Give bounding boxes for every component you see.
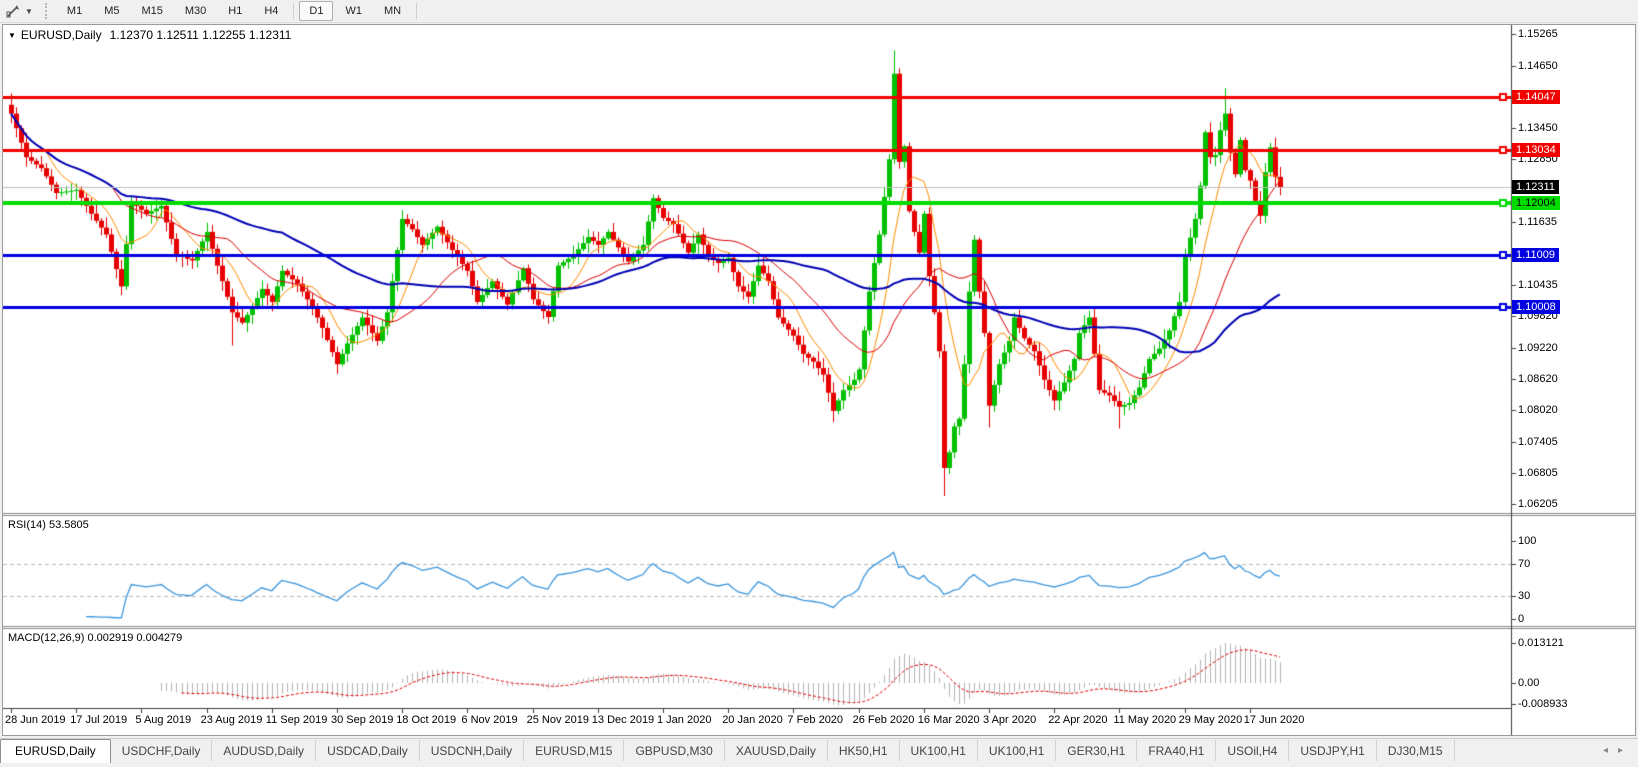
price-axis-tick: 1.11635: [1518, 216, 1557, 229]
date-axis-label: 20 Jan 2020: [722, 714, 783, 726]
price-axis-tick: 1.06205: [1518, 498, 1558, 510]
symbol-tab-xauusd-daily[interactable]: XAUUSD,Daily: [725, 740, 828, 761]
price-axis-tick: 1.09220: [1518, 341, 1558, 354]
date-axis-label: 30 Sep 2019: [331, 714, 394, 726]
price-level-badge: 1.12004: [1512, 196, 1560, 211]
timeframe-button-mn[interactable]: MN: [374, 1, 411, 21]
date-axis-label: 13 Dec 2019: [591, 714, 655, 726]
date-axis-label: 26 Feb 2020: [852, 714, 915, 726]
date-axis-label: 5 Aug 2019: [135, 714, 192, 726]
chart-cursor-icon: [6, 5, 19, 18]
tabs-scroll-left-icon[interactable]: ◂: [1598, 745, 1613, 756]
symbol-tab-eurusd-daily[interactable]: EURUSD,Daily: [0, 739, 111, 763]
symbol-tab-gbpusd-m30[interactable]: GBPUSD,M30: [624, 740, 725, 761]
chart-tool-dropdown[interactable]: ▼: [0, 0, 37, 22]
date-axis-label: 11 Sep 2019: [265, 714, 328, 726]
price-axis-tick: 1.14650: [1518, 59, 1558, 72]
date-axis-label: 17 Jun 2020: [1243, 714, 1305, 726]
timeframe-button-m30[interactable]: M30: [175, 1, 216, 21]
chart-window: ▼ EURUSD,Daily 1.12370 1.12511 1.12255 1.1…: [2, 24, 1636, 736]
price-level-badge: 1.13034: [1512, 142, 1560, 157]
date-axis-label: 3 Apr 2020: [983, 714, 1037, 726]
toolbar-separator: [416, 3, 418, 19]
date-axis-label: 1 Jan 2020: [657, 714, 712, 726]
symbol-tab-eurusd-m15[interactable]: EURUSD,M15: [524, 740, 625, 761]
symbol-tab-usdchf-daily[interactable]: USDCHF,Daily: [111, 740, 213, 761]
timeframe-button-d1[interactable]: D1: [299, 1, 334, 21]
price-axis-tick: 1.08620: [1518, 372, 1558, 385]
symbol-tab-ger30-h1[interactable]: GER30,H1: [1056, 740, 1138, 761]
rsi-axis-tick: 100: [1518, 535, 1537, 547]
price-level-badge: 1.11009: [1512, 247, 1559, 262]
price-axis-tick: 1.15265: [1518, 28, 1558, 40]
rsi-indicator-label: RSI(14) 53.5805: [8, 519, 89, 531]
timeframe-button-m5[interactable]: M5: [94, 1, 129, 21]
toolbar-separator: [293, 3, 295, 19]
macd-axis-tick: 0.00: [1518, 677, 1540, 689]
date-axis-label: 29 May 2020: [1178, 714, 1243, 726]
collapse-triangle-icon: ▼: [8, 31, 16, 40]
date-axis-label: 6 Nov 2019: [461, 714, 518, 726]
date-axis-label: 22 Apr 2020: [1048, 714, 1108, 726]
symbol-tab-fra40-h1[interactable]: FRA40,H1: [1137, 740, 1217, 761]
symbol-tab-dj30-m15[interactable]: DJ30,M15: [1377, 740, 1455, 761]
price-axis-tick: 1.07405: [1518, 435, 1558, 448]
chart-symbol-label: EURUSD,Daily: [20, 28, 102, 42]
price-level-badge: 1.10008: [1512, 299, 1560, 314]
macd-indicator-label: MACD(12,26,9) 0.002919 0.004279: [8, 632, 183, 644]
timeframe-button-h4[interactable]: H4: [254, 1, 288, 21]
timeframe-button-w1[interactable]: W1: [335, 1, 372, 21]
date-axis-label: 28 Jun 2019: [5, 714, 66, 726]
price-axis-tick: 1.13450: [1518, 122, 1558, 135]
price-axis-tick: 1.10435: [1518, 278, 1558, 291]
chart-ohlc-values: 1.12370 1.12511 1.12255 1.12311: [109, 28, 292, 42]
timeframe-button-m1[interactable]: M1: [57, 1, 92, 21]
rsi-axis-tick: 30: [1518, 589, 1531, 602]
symbol-tab-usdcnh-daily[interactable]: USDCNH,Daily: [420, 740, 525, 761]
chevron-down-icon: ▼: [25, 6, 33, 16]
symbol-tab-usdjpy-h1[interactable]: USDJPY,H1: [1289, 740, 1377, 761]
symbol-tab-usoil-h4[interactable]: USOil,H4: [1216, 740, 1290, 761]
price-axis-tick: 1.08020: [1518, 403, 1558, 416]
rsi-axis-tick: 70: [1518, 558, 1531, 571]
tabs-scroll-right-icon[interactable]: ▸: [1613, 745, 1628, 756]
toolbar-grip: [44, 3, 50, 19]
date-axis-label: 18 Oct 2019: [396, 714, 457, 726]
chart-title: ▼ EURUSD,Daily 1.12370 1.12511 1.12255 1.1…: [8, 28, 291, 42]
symbol-tab-audusd-daily[interactable]: AUDUSD,Daily: [212, 740, 317, 761]
date-axis-label: 23 Aug 2019: [200, 714, 263, 726]
date-axis-label: 16 Mar 2020: [917, 714, 980, 726]
symbol-tab-uk100-h1[interactable]: UK100,H1: [900, 740, 978, 761]
date-axis-label: 7 Feb 2020: [787, 714, 844, 726]
price-axis-tick: 1.06805: [1518, 466, 1558, 479]
timeframe-toolbar: ▼ M1 M5 M15 M30 H1 H4 D1 W1 MN: [0, 0, 1638, 23]
price-level-badge: 1.14047: [1512, 90, 1560, 105]
symbol-tab-hk50-h1[interactable]: HK50,H1: [828, 740, 900, 761]
timeframe-button-h1[interactable]: H1: [218, 1, 252, 21]
macd-axis-tick: -0.008933: [1518, 698, 1568, 710]
macd-axis-tick: 0.013121: [1518, 637, 1564, 649]
date-axis-label: 25 Nov 2019: [526, 714, 589, 726]
rsi-axis-tick: 0: [1518, 613, 1525, 625]
timeframe-button-m15[interactable]: M15: [131, 1, 172, 21]
symbol-tab-usdcad-daily[interactable]: USDCAD,Daily: [316, 740, 420, 761]
symbol-tab-bar: EURUSD,Daily USDCHF,Daily AUDUSD,Daily USDC…: [0, 738, 1638, 767]
date-axis-label: 11 May 2020: [1113, 714, 1177, 726]
price-chart-canvas[interactable]: [3, 25, 1635, 735]
symbol-tab-uk100-h1[interactable]: UK100,H1: [978, 740, 1057, 761]
date-axis-label: 17 Jul 2019: [70, 714, 128, 726]
current-price-badge: 1.12311: [1512, 180, 1559, 195]
